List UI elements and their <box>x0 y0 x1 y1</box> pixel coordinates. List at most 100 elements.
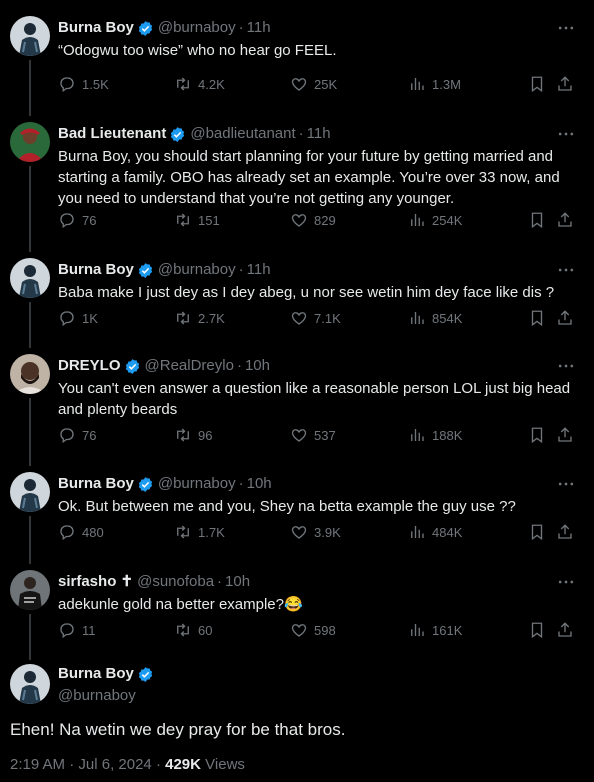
more-icon[interactable] <box>556 356 576 376</box>
reply-button[interactable]: 76 <box>58 425 96 445</box>
share-icon <box>558 622 572 637</box>
heart-icon <box>291 429 307 442</box>
retweet-icon <box>177 525 189 539</box>
separator-dot: · <box>217 573 223 590</box>
retweet-count: 96 <box>198 427 213 443</box>
share-button[interactable] <box>556 522 574 542</box>
share-icon <box>558 427 572 442</box>
more-icon[interactable] <box>556 18 576 38</box>
avatar[interactable] <box>10 354 50 394</box>
like-button[interactable]: 25K <box>290 74 337 94</box>
avatar[interactable] <box>10 664 50 704</box>
bookmark-button[interactable] <box>528 620 546 640</box>
tweet-header: Burna Boy @burnaboy · 10h <box>58 474 272 494</box>
views-button[interactable]: 484K <box>408 522 462 542</box>
avatar[interactable] <box>10 258 50 298</box>
tweet[interactable]: Burna Boy @burnaboy · 11h “Odogwu too wi… <box>0 0 594 106</box>
handle[interactable]: @RealDreylo <box>145 356 234 376</box>
handle[interactable]: @burnaboy <box>158 260 236 280</box>
separator-dot: · <box>298 125 304 142</box>
like-button[interactable]: 829 <box>290 210 336 230</box>
share-button[interactable] <box>556 425 574 445</box>
display-name[interactable]: Bad Lieutenant <box>58 124 166 144</box>
reply-button[interactable]: 1K <box>58 308 98 328</box>
views-button[interactable]: 1.3M <box>408 74 461 94</box>
like-button[interactable]: 7.1K <box>290 308 341 328</box>
share-button[interactable] <box>556 74 574 94</box>
thread-line <box>29 614 31 654</box>
tweet-text: Ehen! Na wetin we dey pray for be that b… <box>10 720 346 739</box>
bookmark-button[interactable] <box>528 425 546 445</box>
retweet-button[interactable]: 4.2K <box>174 74 225 94</box>
share-icon <box>558 524 572 539</box>
reply-count: 11 <box>82 622 96 638</box>
share-button[interactable] <box>556 210 574 230</box>
bookmark-button[interactable] <box>528 210 546 230</box>
timestamp[interactable]: 10h <box>225 572 250 592</box>
views-button[interactable]: 188K <box>408 425 462 445</box>
handle[interactable]: @burnaboy <box>158 474 236 494</box>
handle[interactable]: @sunofoba <box>137 572 214 592</box>
action-bar: 11 60 598 161K <box>58 620 578 640</box>
thread-line <box>29 456 31 466</box>
tweet[interactable]: Bad Lieutenant @badlieutanant · 11h Burn… <box>0 106 594 242</box>
avatar[interactable] <box>10 472 50 512</box>
views-count: 429K <box>165 756 201 773</box>
display-name[interactable]: Burna Boy <box>58 474 134 494</box>
display-name[interactable]: Burna Boy <box>58 260 134 280</box>
handle[interactable]: @burnaboy <box>158 18 236 38</box>
tweet[interactable]: Burna Boy @burnaboy · 10h Ok. But betwee… <box>0 456 594 554</box>
timestamp[interactable]: 10h <box>247 474 272 494</box>
reply-button[interactable]: 480 <box>58 522 104 542</box>
timestamp[interactable]: 11h <box>307 124 331 144</box>
views-button[interactable]: 254K <box>408 210 462 230</box>
tweet[interactable]: Burna Boy @burnaboy · 11h Baba make I ju… <box>0 242 594 338</box>
share-button[interactable] <box>556 308 574 328</box>
bookmark-button[interactable] <box>528 308 546 328</box>
thread-line <box>29 166 31 242</box>
reply-button[interactable]: 1.5K <box>58 74 109 94</box>
avatar[interactable] <box>10 570 50 610</box>
timestamp[interactable]: 11h <box>247 260 271 280</box>
timestamp[interactable]: 10h <box>245 356 270 376</box>
retweet-count: 1.7K <box>198 524 225 540</box>
avatar[interactable] <box>10 122 50 162</box>
timestamp[interactable]: 11h <box>247 18 271 38</box>
views-button[interactable]: 854K <box>408 308 462 328</box>
display-name[interactable]: sirfasho ✝ <box>58 572 133 592</box>
display-name[interactable]: Burna Boy <box>58 18 134 38</box>
display-name[interactable]: DREYLO <box>58 356 121 376</box>
views-button[interactable]: 161K <box>408 620 462 640</box>
retweet-button[interactable]: 96 <box>174 425 212 445</box>
more-icon[interactable] <box>556 260 576 280</box>
handle[interactable]: @burnaboy <box>58 686 154 706</box>
heart-icon <box>291 78 307 91</box>
bookmark-button[interactable] <box>528 74 546 94</box>
tweet[interactable]: sirfasho ✝ @sunofoba · 10h adekunle gold… <box>0 554 594 654</box>
like-count: 598 <box>314 622 336 638</box>
display-name[interactable]: Burna Boy <box>58 664 134 684</box>
retweet-button[interactable]: 2.7K <box>174 308 225 328</box>
like-count: 25K <box>314 76 338 92</box>
post-date[interactable]: Jul 6, 2024 <box>78 756 151 773</box>
reply-button[interactable]: 76 <box>58 210 96 230</box>
reply-button[interactable]: 11 <box>58 620 96 640</box>
more-icon[interactable] <box>556 474 576 494</box>
handle[interactable]: @badlieutanant <box>190 124 295 144</box>
share-button[interactable] <box>556 620 574 640</box>
post-time[interactable]: 2:19 AM <box>10 756 65 773</box>
bookmark-button[interactable] <box>528 522 546 542</box>
more-icon[interactable] <box>556 124 576 144</box>
tweet-text: “Odogwu too wise” who no hear go FEEL. <box>58 42 337 59</box>
action-bar: 1.5K 4.2K 25K 1.3M <box>58 74 578 94</box>
like-button[interactable]: 537 <box>290 425 336 445</box>
like-button[interactable]: 3.9K <box>290 522 341 542</box>
retweet-button[interactable]: 1.7K <box>174 522 225 542</box>
more-icon[interactable] <box>556 572 576 592</box>
like-button[interactable]: 598 <box>290 620 336 640</box>
like-count: 829 <box>314 212 336 228</box>
retweet-button[interactable]: 151 <box>174 210 220 230</box>
avatar[interactable] <box>10 16 50 56</box>
tweet[interactable]: DREYLO @RealDreylo · 10h You can't even … <box>0 338 594 456</box>
retweet-button[interactable]: 60 <box>174 620 212 640</box>
